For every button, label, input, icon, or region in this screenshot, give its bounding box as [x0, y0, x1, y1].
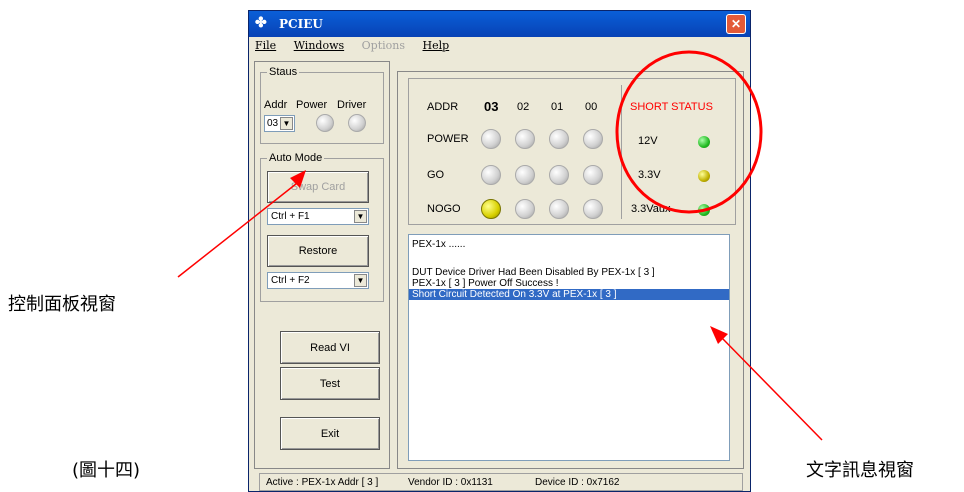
right-arrow-line: [721, 337, 823, 441]
annotation-overlay: [177, 50, 823, 441]
short-status-highlight: [615, 50, 763, 214]
left-arrow-line: [177, 179, 302, 278]
left-arrow-head: [290, 170, 306, 188]
